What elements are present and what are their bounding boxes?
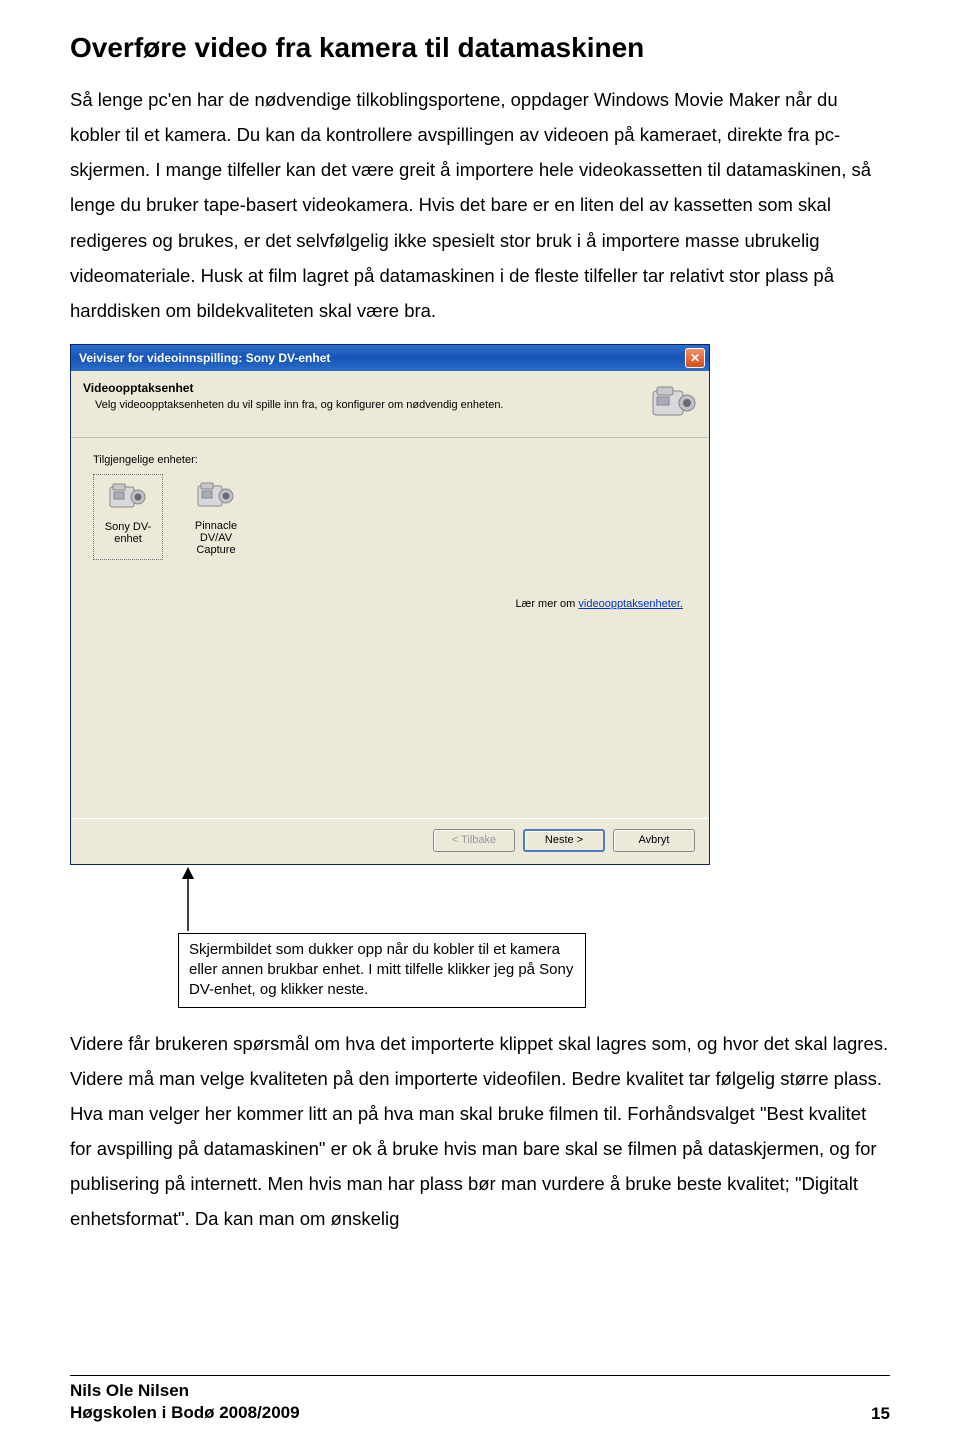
page-footer: Nils Ole Nilsen Høgskolen i Bodø 2008/20…	[70, 1375, 890, 1424]
dialog-button-row: < Tilbake Neste > Avbryt	[71, 818, 709, 864]
learn-more-link[interactable]: videoopptaksenheter.	[578, 598, 683, 610]
close-button[interactable]: ✕	[685, 348, 705, 368]
footer-author: Nils Ole Nilsen	[70, 1380, 300, 1402]
footer-page-number: 15	[871, 1404, 890, 1424]
dialog-header: Videoopptaksenhet Velg videoopptaksenhet…	[71, 371, 709, 438]
dialog-header-subtitle: Velg videoopptaksenheten du vil spille i…	[83, 399, 637, 411]
body-paragraph-2: Videre får brukeren spørsmål om hva det …	[70, 1026, 890, 1237]
dialog-title: Veiviser for videoinnspilling: Sony DV-e…	[79, 351, 330, 365]
device-label: Pinnacle DV/AV Capture	[183, 520, 249, 556]
dialog-body: Tilgjengelige enheter: Sony DV-enhet	[71, 438, 709, 818]
camcorder-small-icon	[106, 479, 150, 517]
next-button[interactable]: Neste >	[523, 829, 605, 852]
page-heading: Overføre video fra kamera til datamaskin…	[70, 32, 890, 64]
camcorder-small-icon	[194, 478, 238, 516]
dialog-header-title: Videoopptaksenhet	[83, 381, 637, 395]
body-paragraph-1: Så lenge pc'en har de nødvendige tilkobl…	[70, 82, 890, 328]
device-item-sony[interactable]: Sony DV-enhet	[93, 474, 163, 560]
annotation-box: Skjermbildet som dukker opp når du koble…	[178, 933, 586, 1008]
annotation-arrow	[178, 867, 890, 931]
video-capture-wizard-dialog: Veiviser for videoinnspilling: Sony DV-e…	[70, 344, 710, 865]
devices-label: Tilgjengelige enheter:	[93, 454, 687, 466]
back-button[interactable]: < Tilbake	[433, 829, 515, 852]
devices-row: Sony DV-enhet Pinnacle DV/AV Capture	[93, 474, 687, 560]
learn-more-text: Lær mer om videoopptaksenheter.	[515, 598, 683, 610]
camcorder-icon	[647, 381, 697, 425]
footer-org: Høgskolen i Bodø 2008/2009	[70, 1402, 300, 1424]
dialog-titlebar: Veiviser for videoinnspilling: Sony DV-e…	[71, 345, 709, 371]
device-label: Sony DV-enhet	[96, 521, 160, 545]
cancel-button[interactable]: Avbryt	[613, 829, 695, 852]
close-icon: ✕	[690, 351, 700, 365]
device-item-pinnacle[interactable]: Pinnacle DV/AV Capture	[181, 474, 251, 560]
